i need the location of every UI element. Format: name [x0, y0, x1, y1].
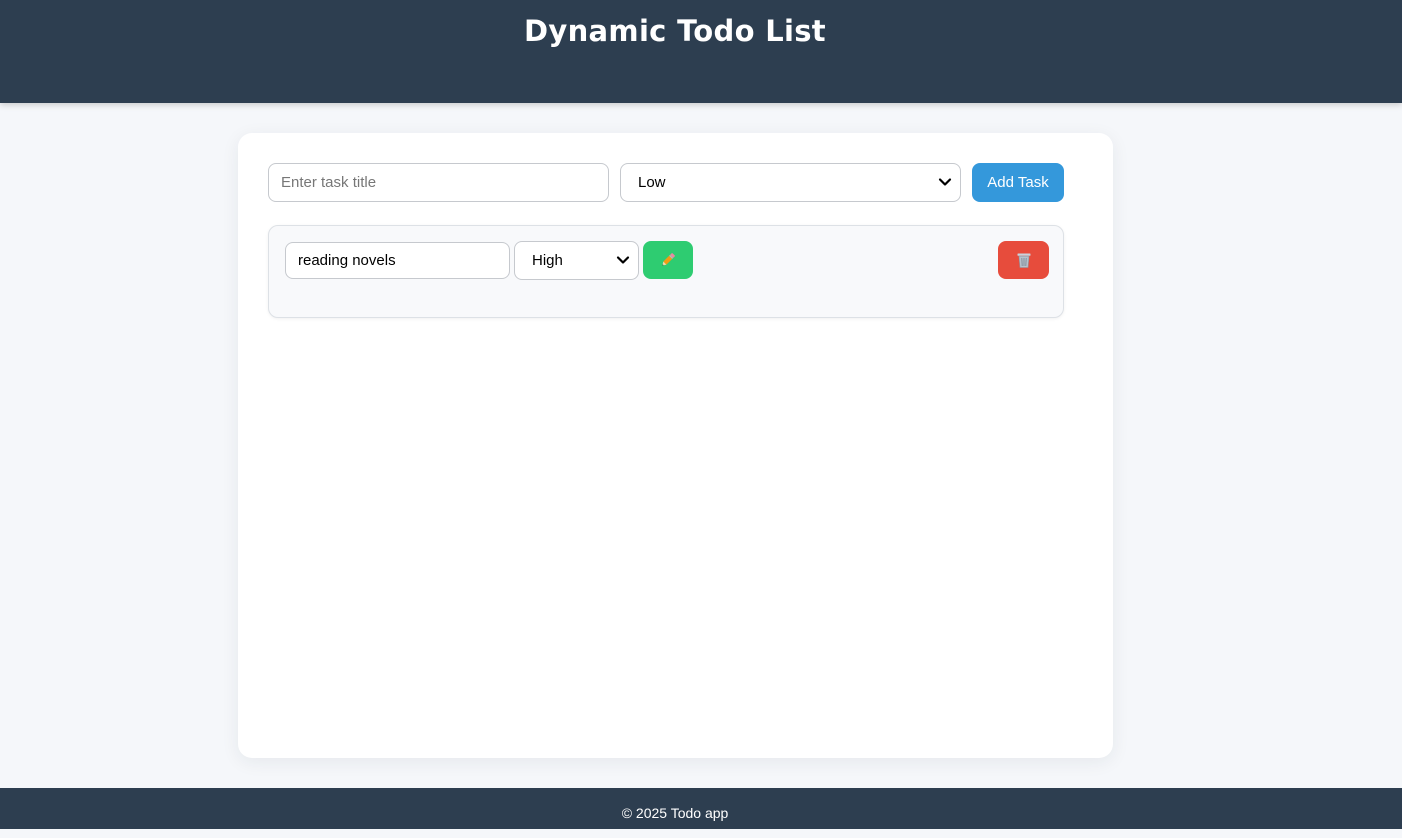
footer-copyright: © 2025 Todo app	[0, 788, 1350, 838]
chevron-down-icon	[936, 173, 954, 191]
delete-task-button[interactable]	[998, 241, 1049, 279]
task-list: reading novels High	[268, 225, 1064, 318]
edit-task-button[interactable]	[643, 241, 693, 279]
app-header: Dynamic Todo List	[0, 0, 1402, 103]
page-title: Dynamic Todo List	[0, 14, 1350, 48]
pencil-icon	[659, 251, 677, 269]
task-priority-value: High	[532, 242, 563, 279]
priority-select[interactable]: Low	[620, 163, 961, 202]
task-title-edit-input[interactable]: reading novels	[285, 242, 510, 279]
task-priority-select[interactable]: High	[514, 241, 639, 280]
task-title-input[interactable]	[268, 163, 609, 202]
chevron-down-icon	[614, 251, 632, 269]
trash-icon	[1015, 251, 1033, 269]
add-task-button[interactable]: Add Task	[972, 163, 1064, 202]
todo-card: Low Add Task reading novels High	[238, 133, 1113, 758]
app-footer: © 2025 Todo app	[0, 788, 1402, 829]
priority-select-value: Low	[638, 164, 666, 201]
task-item: reading novels High	[268, 225, 1064, 318]
